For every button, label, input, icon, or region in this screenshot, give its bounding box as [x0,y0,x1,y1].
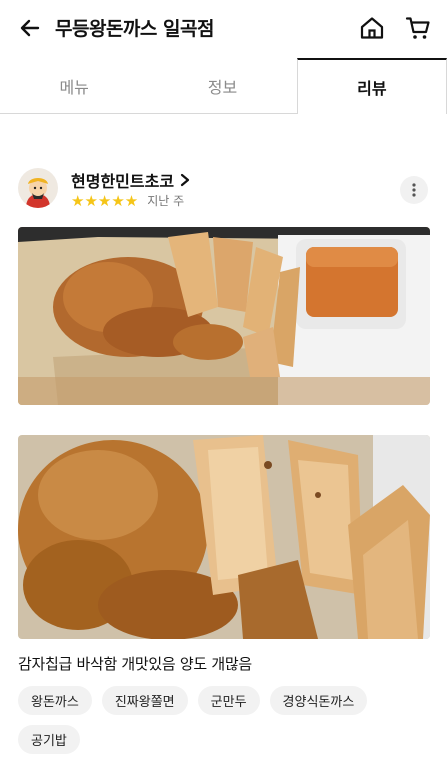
tab-info[interactable]: 정보 [148,58,296,113]
review-text: 감자칩급 바삭함 개맛있음 양도 개많음 [18,655,252,673]
menu-tag[interactable]: 군만두 [197,686,260,715]
menu-tag[interactable]: 경양식돈까스 [269,686,368,715]
tab-reviews[interactable]: 리뷰 [296,58,447,114]
home-button[interactable] [356,12,388,44]
profile-character-icon [18,168,58,208]
tab-menu[interactable]: 메뉴 [0,58,148,113]
review-photo[interactable] [18,435,430,639]
author-link[interactable]: 현명한민트초코 [71,168,190,192]
author-name: 현명한민트초코 [71,172,175,191]
rating-row: ★★★★★ 지난 주 [71,192,184,209]
more-vertical-icon [412,183,416,197]
menu-tag[interactable]: 진짜왕쫄면 [101,686,188,715]
arrow-left-icon [20,19,40,37]
menu-tag-list: 왕돈까스 진짜왕쫄면 군만두 경양식돈까스 공기밥 [18,686,430,754]
review-photo[interactable] [18,227,430,405]
chevron-right-icon [180,173,190,187]
avatar[interactable] [18,168,58,208]
tab-bar: 메뉴 정보 리뷰 [0,58,447,114]
home-icon [360,17,384,39]
more-options-button[interactable] [400,176,428,204]
top-bar: 무등왕돈까스 일곡점 [0,0,447,56]
menu-tag[interactable]: 공기밥 [18,725,80,754]
back-button[interactable] [14,12,46,44]
cart-button[interactable] [402,12,434,44]
review-date: 지난 주 [147,194,185,208]
star-rating-icons: ★★★★★ [71,191,139,210]
cart-icon [405,17,430,39]
page-title: 무등왕돈까스 일곡점 [55,18,214,40]
menu-tag[interactable]: 왕돈까스 [18,686,92,715]
